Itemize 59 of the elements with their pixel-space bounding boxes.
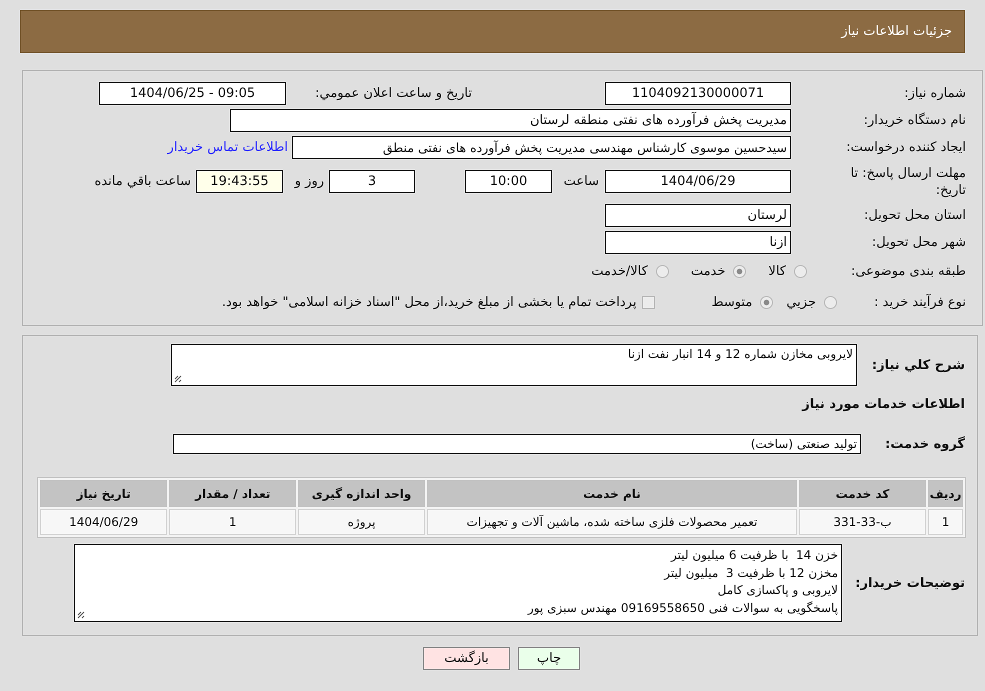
deadline-time-field: 10:00: [465, 170, 552, 193]
purchase-process-label: نوع فرآیند خرید :: [873, 294, 966, 310]
resize-grip-icon[interactable]: [77, 611, 85, 619]
resize-grip-icon[interactable]: [174, 375, 182, 383]
column-header: کد خدمت: [798, 480, 926, 507]
back-button[interactable]: بازگشت: [423, 647, 510, 670]
table-cell: ب-33-331: [798, 509, 926, 535]
treasury-label: پرداخت تمام یا بخشی از مبلغ خرید،از محل "اسناد خزانه اسلامی" خواهد بود.: [222, 294, 636, 310]
column-header: واحد اندازه گیری: [298, 480, 425, 507]
province-field: لرستان: [605, 204, 791, 227]
print-button[interactable]: چاپ: [518, 647, 580, 670]
creator-field: سیدحسین موسوی کارشناس مهندسی مدیریت پخش فرآورده های نفتی منطق: [292, 136, 791, 159]
radio-button[interactable]: [824, 296, 837, 308]
announcement-date-label: تاريخ و ساعت اعلان عمومي:: [314, 86, 472, 101]
radio-button[interactable]: [733, 265, 746, 278]
remaining-time-label: ساعت باقي مانده: [94, 174, 191, 189]
radio-label: خدمت: [690, 264, 726, 279]
table-cell: پروژه: [298, 509, 425, 535]
radio-button[interactable]: [760, 296, 774, 308]
buyer-org-label: نام دستگاه خریدار:: [862, 113, 966, 128]
radio-label: جزيي: [786, 294, 816, 310]
need-number-field: 1104092130000071: [605, 82, 791, 105]
time-label: ساعت: [562, 174, 599, 189]
buyer-notes-field: خزن 14 با ظرفیت 6 میلیون لیتر مخزن 12 با ظرفیت 3 میلیون لیتر لایروبی و پاکسازی کامل پاسخگویی به سوالات فنی 09169558650 مهندس سبزی پور: [74, 544, 842, 622]
city-field: ازنا: [605, 231, 791, 254]
table-cell: تعمیر محصولات فلزی ساخته شده، ماشین آلات و تجهیزات: [426, 509, 797, 535]
column-header: ردیف: [928, 480, 963, 507]
radio-button[interactable]: [794, 265, 807, 278]
buyer-notes-label: توضیحات خریدار:: [854, 576, 965, 590]
announcement-date-field: 1404/06/25 - 09:05: [99, 82, 286, 105]
checkbox[interactable]: [642, 296, 656, 308]
table-cell: 1404/06/29: [40, 509, 168, 535]
deadline-label: مهلت ارسال پاسخ: تا تاریخ:: [850, 164, 966, 198]
table-cell: 1: [928, 509, 963, 535]
column-header: تاریخ نیاز: [40, 480, 168, 507]
need-number-label: شماره نیاز:: [903, 86, 966, 101]
city-label: شهر محل تحویل:: [870, 235, 966, 250]
page-title: جزئیات اطلاعات نیاز: [841, 24, 952, 39]
radio-label: متوسط: [711, 294, 752, 310]
remaining-time-field: 19:43:55: [196, 170, 283, 193]
section-heading: اطلاعات خدمات مورد نیاز: [800, 396, 965, 414]
buyer-org-field: مدیریت پخش فرآورده های نفتی منطقه لرستان: [230, 109, 791, 132]
days-label: روز و: [293, 174, 324, 189]
radio-label: کالا: [768, 264, 786, 279]
column-header: تعداد / مقدار: [169, 480, 296, 507]
buyer-contact-link[interactable]: اطلاعات تماس خریدار: [168, 140, 288, 155]
radio-button[interactable]: [656, 265, 669, 278]
creator-label: ایجاد کننده درخواست:: [845, 140, 966, 155]
radio-label: کالا/خدمت: [591, 264, 648, 279]
deadline-date-field: 1404/06/29: [605, 170, 791, 193]
days-field: 3: [329, 170, 415, 193]
description-label: شرح کلي نیاز:: [870, 358, 965, 372]
service-group-field: تولید صنعتی (ساخت): [173, 434, 861, 454]
description-field: لایروبی مخازن شماره 12 و 14 انبار نفت ازنا: [171, 344, 857, 386]
service-group-label: گروه خدمت:: [884, 436, 965, 452]
province-label: استان محل تحویل:: [863, 208, 966, 223]
column-header: نام خدمت: [426, 480, 797, 507]
category-label: طبقه بندی موضوعی:: [850, 264, 966, 279]
table-cell: 1: [169, 509, 296, 535]
